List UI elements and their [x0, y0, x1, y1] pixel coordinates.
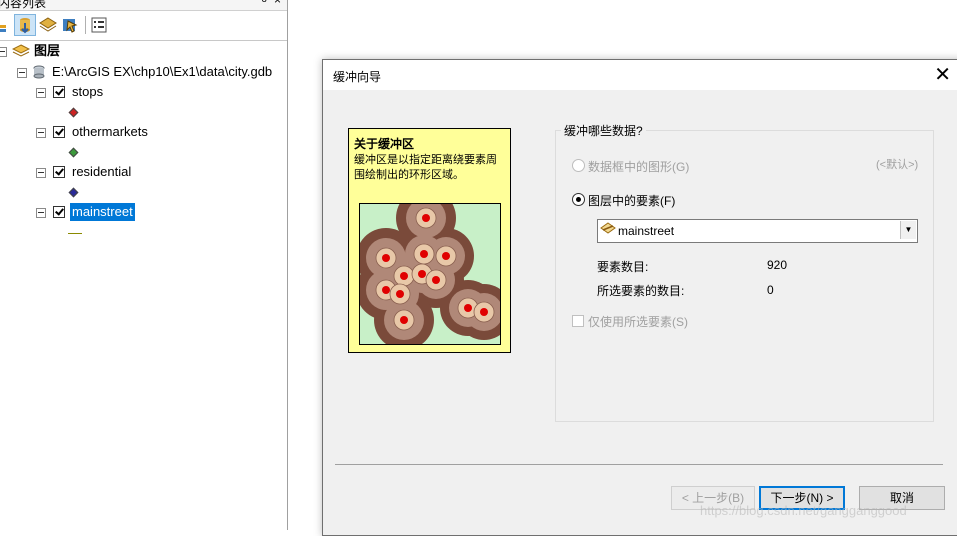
tree-row-layer-mainstreet[interactable]: mainstreet — [0, 203, 287, 221]
layer-features-radio[interactable] — [572, 193, 585, 206]
list-by-drawing-order-icon[interactable] — [0, 15, 16, 35]
options-icon[interactable] — [89, 15, 109, 35]
feature-count-value: 920 — [767, 258, 788, 272]
tree-row-layer-othermarkets[interactable]: othermarkets — [0, 123, 287, 141]
layer-visibility-checkbox[interactable] — [53, 86, 65, 98]
layers-stack-icon — [11, 43, 31, 64]
feature-count-label: 要素数目: — [597, 260, 649, 274]
selected-layer-value: mainstreet — [618, 224, 675, 238]
list-by-selection-icon[interactable] — [60, 15, 80, 35]
tree-row-layers-root[interactable]: 图层 — [0, 42, 280, 60]
info-text: 缓冲区是以指定距离绕要素周围绘制出的环形区域。 — [354, 154, 497, 181]
close-icon[interactable]: × — [274, 0, 281, 7]
list-by-source-icon[interactable] — [14, 14, 36, 36]
info-title: 关于缓冲区 — [354, 137, 415, 151]
selected-count-value: 0 — [767, 283, 774, 297]
layer-visibility-checkbox[interactable] — [53, 206, 65, 218]
layer-name: stops — [72, 84, 104, 99]
default-hint: (<默认>) — [876, 159, 919, 171]
collapse-toggle[interactable] — [17, 68, 27, 78]
layer-name: mainstreet — [70, 203, 135, 221]
collapse-toggle[interactable] — [36, 208, 46, 218]
layer-dropdown[interactable]: mainstreet ▼ — [597, 219, 918, 243]
use-selected-label: 仅使用所选要素(S) — [588, 315, 688, 329]
about-buffer-info-box: 关于缓冲区 缓冲区是以指定距离绕要素周围绘制出的环形区域。 — [348, 128, 511, 353]
toc-toolbar — [0, 12, 287, 41]
tree-row-layer-stops[interactable]: stops — [0, 83, 287, 101]
pin-icon[interactable]: ᵾ — [262, 0, 267, 5]
database-icon — [32, 65, 46, 84]
point-symbol-icon[interactable] — [68, 147, 79, 158]
point-symbol-icon[interactable] — [68, 187, 79, 198]
close-icon[interactable]: ✕ — [934, 63, 951, 87]
layer-name: othermarkets — [72, 124, 148, 139]
layer-visibility-checkbox[interactable] — [53, 166, 65, 178]
table-of-contents-panel: 内容列表 ᵾ × 图层 E:\ArcGIS E — [0, 0, 288, 530]
graphics-option-label: 数据框中的图形(G) — [588, 160, 690, 174]
layers-root-label: 图层 — [34, 43, 61, 58]
dialog-title: 缓冲向导 — [333, 70, 382, 84]
buffer-illustration-image — [359, 203, 501, 345]
toc-titlebar: 内容列表 ᵾ × — [0, 0, 287, 11]
collapse-toggle[interactable] — [36, 168, 46, 178]
dropdown-arrow-icon[interactable]: ▼ — [900, 221, 916, 239]
use-selected-checkbox[interactable] — [572, 315, 584, 327]
collapse-toggle[interactable] — [36, 128, 46, 138]
groupbox-label: 缓冲哪些数据? — [561, 122, 646, 139]
graphics-radio[interactable] — [572, 159, 585, 172]
collapse-toggle[interactable] — [0, 47, 7, 57]
tree-row-geodatabase[interactable]: E:\ArcGIS EX\chp10\Ex1\data\city.gdb — [0, 63, 287, 81]
buffer-wizard-dialog: 缓冲向导 ✕ 关于缓冲区 缓冲区是以指定距离绕要素周围绘制出的环形区域。 缓冲哪… — [322, 59, 957, 536]
layer-features-option-label: 图层中的要素(F) — [588, 194, 676, 208]
list-by-visibility-icon[interactable] — [38, 15, 58, 35]
selected-count-label: 所选要素的数目: — [597, 284, 685, 298]
tree-row-layer-residential[interactable]: residential — [0, 163, 287, 181]
divider — [335, 464, 943, 465]
layer-visibility-checkbox[interactable] — [53, 126, 65, 138]
watermark: https://blog.csdn.net/gangganggood — [700, 503, 907, 518]
dialog-titlebar[interactable]: 缓冲向导 ✕ — [323, 60, 957, 90]
toc-title: 内容列表 — [0, 0, 47, 10]
layer-name: residential — [72, 164, 132, 179]
gdb-path-label: E:\ArcGIS EX\chp10\Ex1\data\city.gdb — [52, 64, 273, 79]
collapse-toggle[interactable] — [36, 88, 46, 98]
line-layer-icon — [600, 222, 616, 241]
line-symbol-icon[interactable] — [68, 233, 82, 234]
point-symbol-icon[interactable] — [68, 107, 79, 118]
